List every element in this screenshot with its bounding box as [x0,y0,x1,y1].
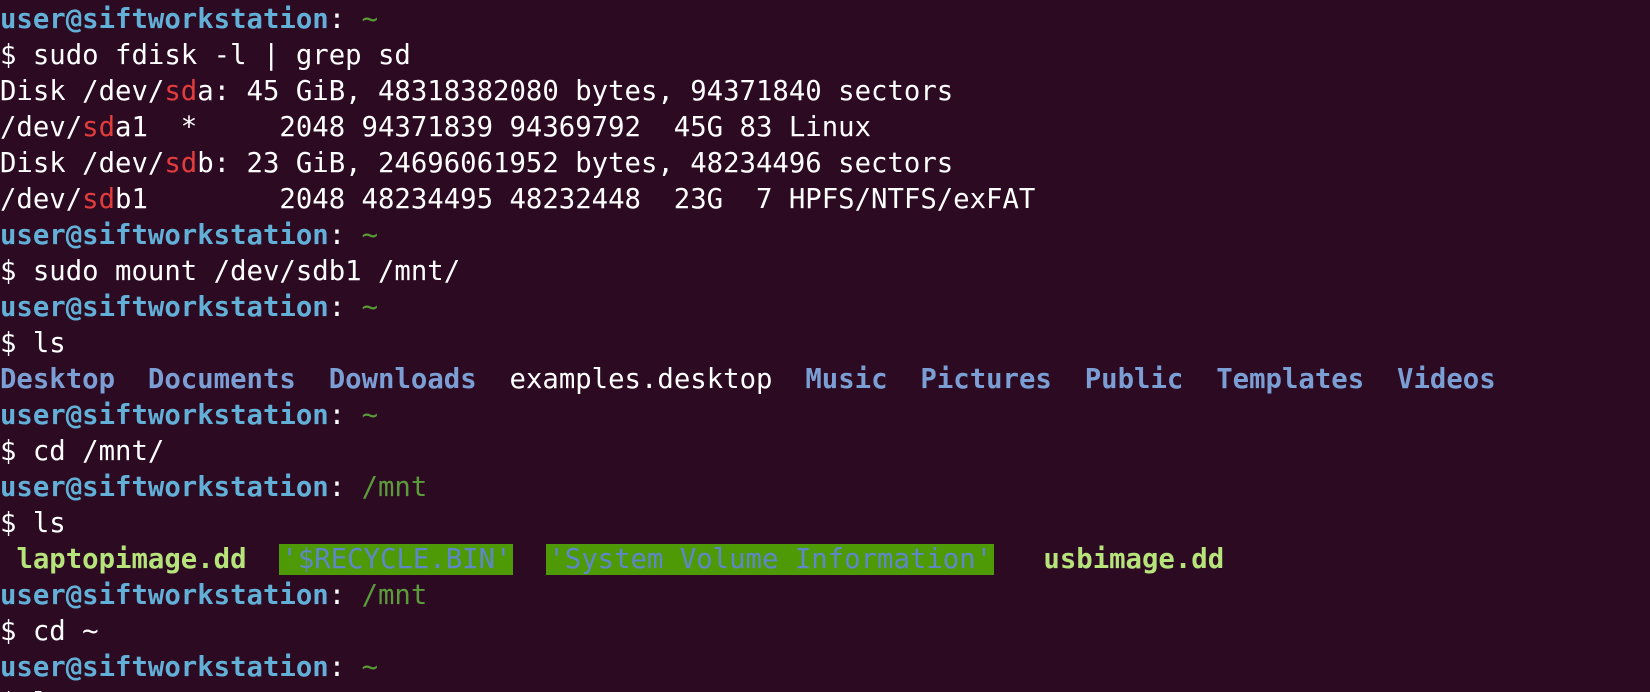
directory-entry: '$RECYCLE.BIN' [279,544,514,575]
output-text: a: 45 GiB, 48318382080 bytes, 94371840 s… [197,76,954,107]
command-line: $ sudo mount /dev/sdb1 /mnt/ [0,254,1650,290]
file-entry: laptopimage.dd [16,544,247,575]
file-entry: examples.desktop [509,364,773,395]
command-line: $ ls [0,506,1650,542]
prompt-path: /mnt [361,472,428,503]
ls-output-line: Desktop Documents Downloads examples.des… [0,362,1650,398]
prompt-colon: : [328,292,362,323]
prompt-path: /mnt [361,580,428,611]
output-line: Disk /dev/sdb: 23 GiB, 24696061952 bytes… [0,146,1650,182]
prompt-line: user@siftworkstation: ~ [0,218,1650,254]
output-text: /dev/ [0,184,83,215]
output-text: b: 23 GiB, 24696061952 bytes, 48234496 s… [197,148,954,179]
prompt-user-host: user@siftworkstation [0,400,329,431]
prompt-dollar: $ [0,328,33,359]
prompt-dollar: $ [0,256,33,287]
prompt-colon: : [328,4,362,35]
prompt-dollar: $ [0,616,33,647]
prompt-user-host: user@siftworkstation [0,652,329,683]
prompt-colon: : [328,400,362,431]
prompt-user-host: user@siftworkstation [0,472,329,503]
command-text: ls [33,688,66,692]
command-line: $ sudo fdisk -l | grep sd [0,38,1650,74]
prompt-user-host: user@siftworkstation [0,4,329,35]
prompt-colon: : [328,652,362,683]
output-text: /dev/ [0,112,83,143]
command-line: $ cd /mnt/ [0,434,1650,470]
directory-entry: Documents [147,364,296,395]
directory-entry: Downloads [328,364,477,395]
prompt-line: user@siftworkstation: ~ [0,290,1650,326]
command-text: cd ~ [32,616,99,647]
prompt-dollar: $ [0,40,33,71]
output-text: a1 * 2048 94371839 94369792 45G 83 Linux [115,112,872,143]
command-text: ls [32,328,66,359]
output-text: b1 2048 48234495 48232448 23G 7 HPFS/NTF… [115,184,1036,215]
output-line: /dev/sda1 * 2048 94371839 94369792 45G 8… [0,110,1650,146]
prompt-user-host: user@siftworkstation [0,292,329,323]
command-line: $ cd ~ [0,614,1650,650]
prompt-colon: : [328,472,362,503]
prompt-path: ~ [361,220,378,251]
directory-entry: Music [805,364,888,395]
directory-entry: Pictures [920,364,1052,395]
terminal-output: user@siftworkstation: ~ $ sudo fdisk -l |… [0,2,1650,692]
output-text: Disk /dev/ [0,148,165,179]
prompt-user-host: user@siftworkstation [0,220,329,251]
command-text: cd /mnt/ [32,436,165,467]
directory-entry: 'System Volume Information' [546,544,995,575]
command-line: $ ls [0,686,1650,692]
prompt-colon: : [328,580,362,611]
grep-match: sd [164,148,198,179]
directory-entry: Templates [1216,364,1365,395]
prompt-path: ~ [361,400,378,431]
prompt-path: ~ [361,292,378,323]
grep-match: sd [164,76,198,107]
output-text: Disk /dev/ [0,76,165,107]
grep-match: sd [82,112,116,143]
command-text: sudo mount /dev/sdb1 /mnt/ [32,256,461,287]
prompt-dollar: $ [0,688,33,692]
file-entry: usbimage.dd [1043,544,1225,575]
prompt-dollar: $ [0,508,33,539]
command-text: ls [32,508,66,539]
command-text: sudo fdisk -l | grep sd [32,40,411,71]
prompt-line: user@siftworkstation: ~ [0,2,1650,38]
prompt-path: ~ [361,4,378,35]
prompt-user-host: user@siftworkstation [0,580,329,611]
prompt-line: user@siftworkstation: /mnt [0,578,1650,614]
prompt-line: user@siftworkstation: ~ [0,398,1650,434]
terminal-window[interactable]: user@siftworkstation: ~ $ sudo fdisk -l |… [0,0,1650,692]
directory-entry: Public [1084,364,1184,395]
output-line: Disk /dev/sda: 45 GiB, 48318382080 bytes… [0,74,1650,110]
prompt-line: user@siftworkstation: /mnt [0,470,1650,506]
directory-entry: Desktop [0,364,116,395]
directory-entry: Videos [1397,364,1496,395]
ls-output-line: laptopimage.dd '$RECYCLE.BIN' 'System Vo… [0,542,1650,578]
prompt-path: ~ [361,652,378,683]
prompt-dollar: $ [0,436,33,467]
output-line: /dev/sdb1 2048 48234495 48232448 23G 7 H… [0,182,1650,218]
prompt-line: user@siftworkstation: ~ [0,650,1650,686]
prompt-colon: : [328,220,362,251]
grep-match: sd [82,184,116,215]
command-line: $ ls [0,326,1650,362]
